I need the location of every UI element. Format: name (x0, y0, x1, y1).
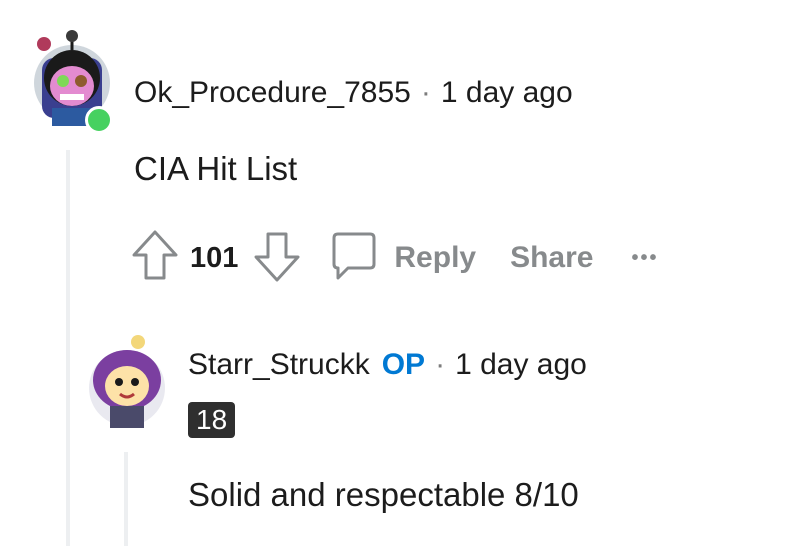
vote-score: 101 (190, 241, 239, 274)
comment-username[interactable]: Ok_Procedure_7855 (134, 76, 411, 110)
meta-separator: · (420, 76, 431, 109)
comment-timestamp[interactable]: 1 day ago (441, 76, 573, 110)
comment-body: CIA Hit List (134, 150, 298, 187)
user-flair-text: 18 (188, 402, 236, 438)
meta-separator: · (435, 348, 446, 381)
op-badge: OP (381, 348, 426, 381)
reply-timestamp[interactable]: 1 day ago (455, 348, 587, 382)
reply-body: Solid and respectable 8/10 (188, 476, 579, 513)
share-button[interactable]: Share (510, 241, 593, 275)
upvote-icon[interactable] (130, 228, 180, 289)
downvote-icon[interactable] (252, 228, 302, 289)
more-options-button[interactable]: ••• (631, 247, 658, 270)
reply-username[interactable]: Starr_Struckk (188, 348, 370, 382)
user-flair: 18 (188, 402, 236, 438)
reply-avatar[interactable] (86, 330, 168, 430)
reply-button[interactable]: Reply (394, 241, 476, 275)
online-status-dot (85, 106, 113, 134)
thread-line-main[interactable] (66, 150, 70, 546)
comment-icon[interactable] (328, 230, 380, 287)
comment-actions: 101 Reply Share ••• (130, 228, 659, 288)
thread-line-reply[interactable] (124, 452, 128, 546)
reply-meta: Starr_Struckk OP · 1 day ago (188, 348, 587, 382)
comment-meta: Ok_Procedure_7855 · 1 day ago (134, 76, 573, 110)
